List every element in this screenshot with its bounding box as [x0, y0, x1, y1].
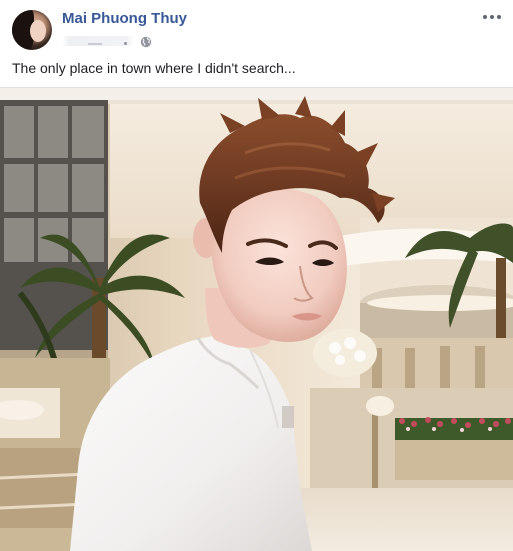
post-meta: [62, 33, 152, 49]
post-header: Mai Phuong Thuy The only place in town w…: [0, 0, 513, 88]
post-photo[interactable]: [0, 88, 513, 551]
more-options-icon[interactable]: [483, 10, 501, 24]
post-timestamp-blurred: [62, 36, 134, 46]
post-caption: The only place in town where I didn't se…: [12, 60, 296, 76]
author-name-link[interactable]: Mai Phuong Thuy: [62, 10, 187, 27]
author-avatar[interactable]: [12, 10, 52, 50]
globe-icon[interactable]: [140, 35, 152, 48]
facebook-post: Mai Phuong Thuy The only place in town w…: [0, 0, 513, 551]
